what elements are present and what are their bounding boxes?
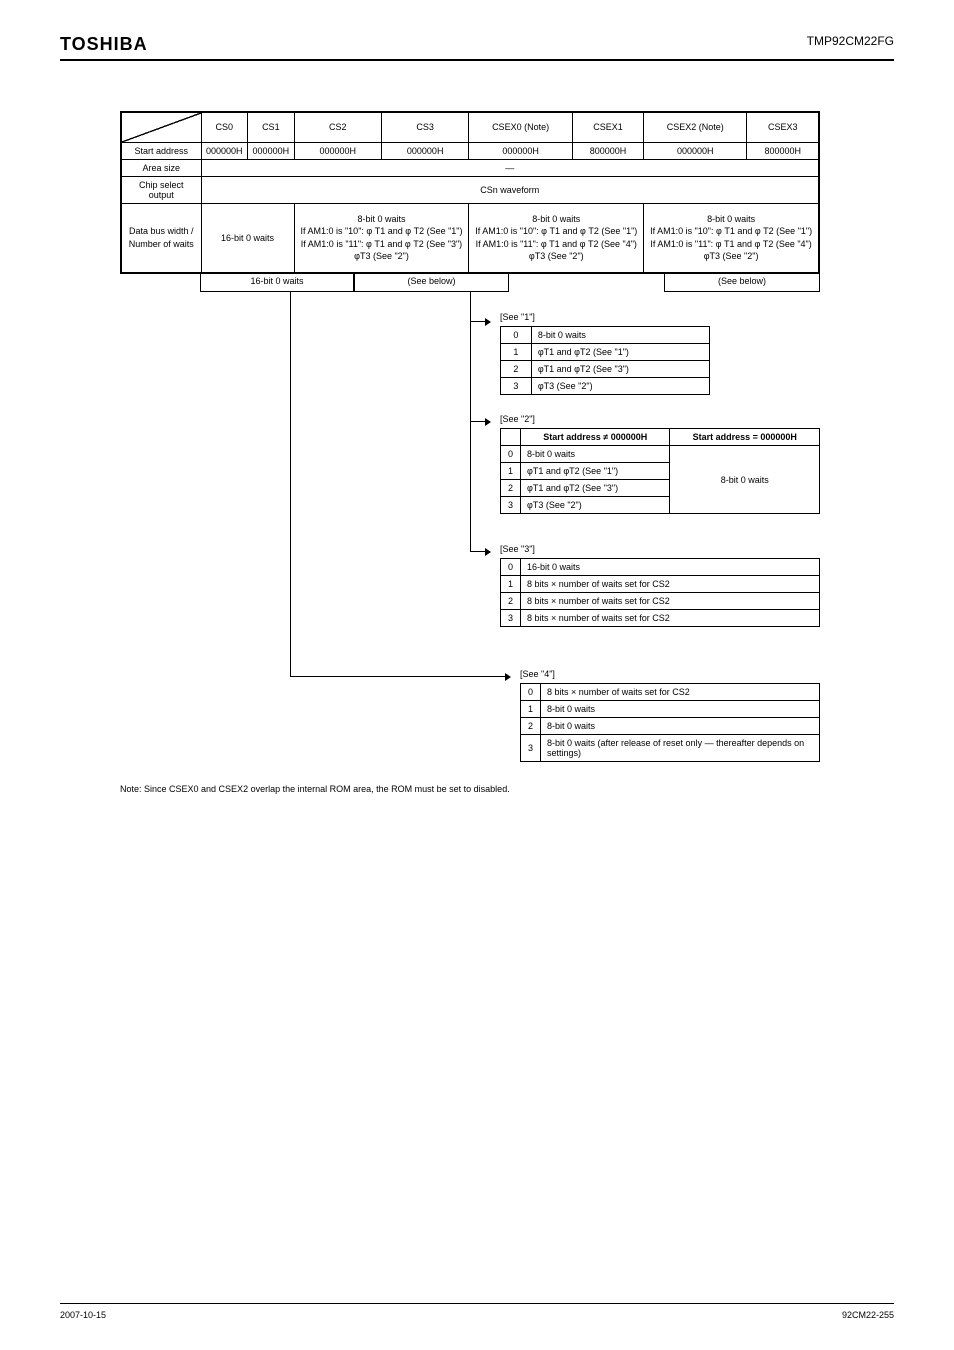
line: φT3 (See "2") bbox=[473, 250, 639, 263]
note-text: Note: Since CSEX0 and CSEX2 overlap the … bbox=[120, 784, 820, 794]
cell: 8 bits × number of waits set for CS2 bbox=[521, 610, 820, 627]
cell: 16-bit 0 waits bbox=[521, 559, 820, 576]
cell: 3 bbox=[521, 735, 541, 762]
part-number: TMP92CM22FG bbox=[807, 34, 894, 48]
cell: φT1 and φT2 (See "3") bbox=[520, 480, 670, 497]
cell: 0 bbox=[521, 684, 541, 701]
slice-c: (See below) bbox=[664, 274, 820, 292]
sub2-label: [See "2"] bbox=[500, 414, 535, 424]
col-csex3: CSEX3 bbox=[747, 112, 819, 142]
line: φT3 (See "2") bbox=[648, 250, 814, 263]
sub2-table: Start address ≠ 000000H Start address = … bbox=[500, 428, 820, 514]
row-cs-output-label: Chip select output bbox=[121, 176, 201, 203]
cell: Start address = 000000H bbox=[670, 429, 820, 446]
cell: 000000H bbox=[469, 142, 572, 159]
col-cs3: CS3 bbox=[381, 112, 468, 142]
cell: 1 bbox=[501, 344, 532, 361]
cell: 8-bit 0 waits bbox=[541, 701, 820, 718]
row-bus-waits-label: Data bus width / Number of waits bbox=[121, 203, 201, 273]
line: If AM1:0 is "11": φ T1 and φ T2 (See "4"… bbox=[648, 238, 814, 251]
cell: 2 bbox=[501, 480, 521, 497]
line: 8-bit 0 waits bbox=[648, 213, 814, 226]
cell: 8-bit 0 waits bbox=[531, 327, 709, 344]
cell-groupB: 8-bit 0 waits If AM1:0 is "10": φ T1 and… bbox=[294, 203, 469, 273]
slice-a: 16-bit 0 waits bbox=[200, 274, 354, 292]
cell: 0 bbox=[501, 327, 532, 344]
cell: 1 bbox=[521, 701, 541, 718]
col-csex2: CSEX2 (Note) bbox=[644, 112, 747, 142]
cell: 3 bbox=[501, 497, 521, 514]
footer-date: 2007-10-15 bbox=[60, 1310, 106, 1320]
row-area-size-label: Area size bbox=[121, 159, 201, 176]
cell-groupD: 8-bit 0 waits If AM1:0 is "10": φ T1 and… bbox=[644, 203, 819, 273]
cell: 2 bbox=[521, 718, 541, 735]
cell: 1 bbox=[501, 463, 521, 480]
brand-logo: TOSHIBA bbox=[60, 34, 894, 55]
cell: 0 bbox=[501, 446, 521, 463]
row-start-address-label: Start address bbox=[121, 142, 201, 159]
cell: 800000H bbox=[572, 142, 643, 159]
cell bbox=[501, 429, 521, 446]
diag-header bbox=[121, 112, 201, 142]
cell: 8 bits × number of waits set for CS2 bbox=[521, 576, 820, 593]
col-cs2: CS2 bbox=[294, 112, 381, 142]
sub4-table: 08 bits × number of waits set for CS2 18… bbox=[520, 683, 820, 762]
col-csex1: CSEX1 bbox=[572, 112, 643, 142]
col-cs0: CS0 bbox=[201, 112, 248, 142]
col-cs1: CS1 bbox=[248, 112, 295, 142]
slice-b: (See below) bbox=[354, 274, 509, 292]
cell: 2 bbox=[501, 593, 521, 610]
cell: φT1 and φT2 (See "1") bbox=[531, 344, 709, 361]
cell-groupC: 8-bit 0 waits If AM1:0 is "10": φ T1 and… bbox=[469, 203, 644, 273]
cell: 0 bbox=[501, 559, 521, 576]
cell-groupA: 16-bit 0 waits bbox=[201, 203, 294, 273]
header-rule bbox=[60, 59, 894, 61]
cell: φT3 (See "2") bbox=[520, 497, 670, 514]
main-table: CS0 CS1 CS2 CS3 CSEX0 (Note) CSEX1 CSEX2… bbox=[120, 111, 820, 274]
cell: 000000H bbox=[294, 142, 381, 159]
cell: φT3 (See "2") bbox=[531, 378, 709, 395]
sub3-label: [See "3"] bbox=[500, 544, 535, 554]
footer-page: 92CM22-255 bbox=[842, 1310, 894, 1320]
sub3-table: 016-bit 0 waits 18 bits × number of wait… bbox=[500, 558, 820, 627]
cell: 1 bbox=[501, 576, 521, 593]
cell-area-size: — bbox=[201, 159, 819, 176]
line: If AM1:0 is "10": φ T1 and φ T2 (See "1"… bbox=[473, 225, 639, 238]
line: If AM1:0 is "11": φ T1 and φ T2 (See "4"… bbox=[473, 238, 639, 251]
sub4-label: [See "4"] bbox=[520, 669, 555, 679]
cell: 000000H bbox=[248, 142, 295, 159]
cell: 000000H bbox=[381, 142, 468, 159]
cell: 8-bit 0 waits (after release of reset on… bbox=[541, 735, 820, 762]
cell: 3 bbox=[501, 378, 532, 395]
cell: φT1 and φT2 (See "1") bbox=[520, 463, 670, 480]
cell: 8-bit 0 waits bbox=[520, 446, 670, 463]
line: φT3 (See "2") bbox=[299, 250, 465, 263]
line: If AM1:0 is "10": φ T1 and φ T2 (See "1"… bbox=[648, 225, 814, 238]
cell-cs-output: CSn waveform bbox=[201, 176, 819, 203]
cell: 8-bit 0 waits bbox=[670, 446, 820, 514]
col-csex0: CSEX0 (Note) bbox=[469, 112, 572, 142]
cell: 000000H bbox=[644, 142, 747, 159]
sub1-table: 08-bit 0 waits 1φT1 and φT2 (See "1") 2φ… bbox=[500, 326, 710, 395]
cell: 8-bit 0 waits bbox=[541, 718, 820, 735]
cell: Start address ≠ 000000H bbox=[520, 429, 670, 446]
cell: 8 bits × number of waits set for CS2 bbox=[541, 684, 820, 701]
cell: φT1 and φT2 (See "3") bbox=[531, 361, 709, 378]
sub-area: 16-bit 0 waits (See below) (See below) [… bbox=[120, 274, 820, 844]
line: 8-bit 0 waits bbox=[299, 213, 465, 226]
line: If AM1:0 is "10": φ T1 and φ T2 (See "1"… bbox=[299, 225, 465, 238]
line: 8-bit 0 waits bbox=[473, 213, 639, 226]
footer: 2007-10-15 92CM22-255 bbox=[60, 1303, 894, 1320]
cell: 000000H bbox=[201, 142, 248, 159]
cell: 2 bbox=[501, 361, 532, 378]
cell: 800000H bbox=[747, 142, 819, 159]
cell: 3 bbox=[501, 610, 521, 627]
cell: 8 bits × number of waits set for CS2 bbox=[521, 593, 820, 610]
sub1-label: [See "1"] bbox=[500, 312, 535, 322]
line: If AM1:0 is "11": φ T1 and φ T2 (See "3"… bbox=[299, 238, 465, 251]
